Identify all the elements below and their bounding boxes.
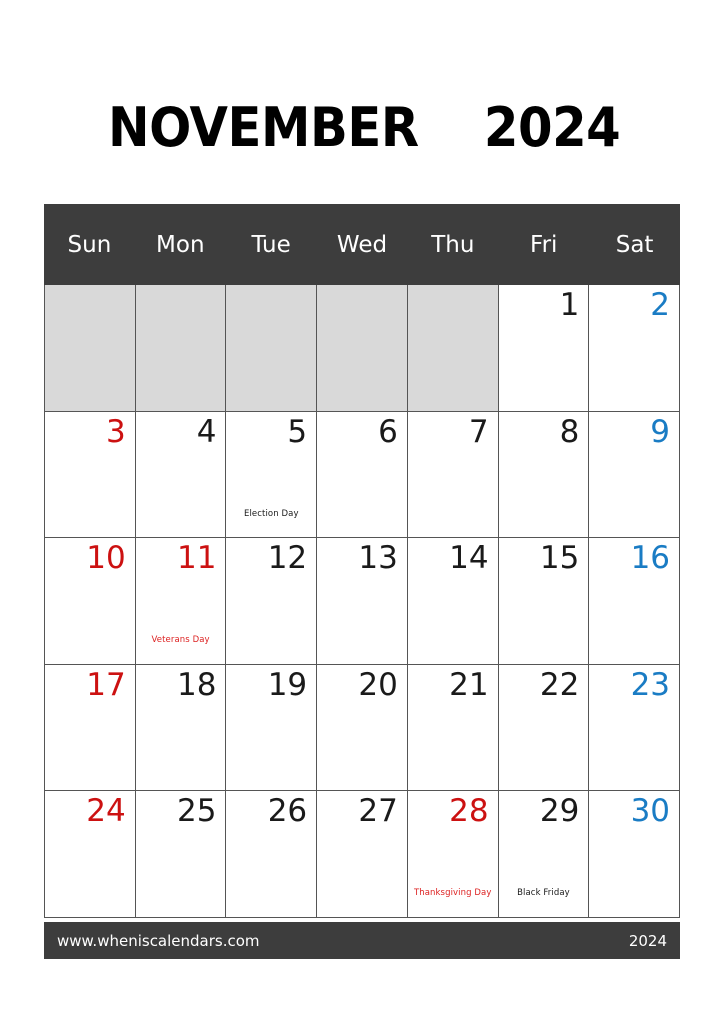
day-event-label: Thanksgiving Day [413, 888, 492, 899]
day-cell[interactable]: 29 Black Friday [498, 791, 590, 918]
day-cell[interactable]: 28 Thanksgiving Day [407, 791, 499, 918]
day-number: 28 [449, 793, 489, 829]
weekday-header-thu: Thu [431, 231, 475, 258]
day-cell-empty [317, 285, 408, 412]
day-number: 15 [539, 540, 580, 576]
day-number: 1 [559, 287, 580, 323]
day-number: 22 [539, 666, 580, 703]
day-cell[interactable]: 10 [45, 538, 136, 665]
day-cell[interactable]: 26 [226, 791, 318, 918]
day-cell[interactable]: 16 [589, 538, 681, 665]
day-cell-empty [135, 285, 227, 412]
weekday-header-sat: Sat [615, 231, 654, 258]
day-cell[interactable]: 22 [498, 664, 590, 791]
day-number: 25 [176, 793, 217, 829]
day-cell[interactable]: 25 [135, 791, 227, 918]
day-cell[interactable]: 9 [589, 411, 681, 538]
day-number: 11 [176, 540, 217, 576]
day-number: 30 [630, 793, 671, 829]
day-number: 9 [650, 413, 671, 450]
day-number: 2 [650, 287, 671, 323]
day-number: 14 [449, 540, 489, 576]
calendar-footer: www.wheniscalendars.com 2024 [44, 922, 680, 959]
weekday-header-fri: Fri [530, 231, 558, 258]
day-cell[interactable]: 14 [407, 538, 499, 665]
day-event-label: Veterans Day [151, 635, 210, 646]
day-number: 6 [378, 413, 398, 450]
day-cell[interactable]: 17 [45, 664, 136, 791]
week-row: 12 [45, 285, 681, 412]
day-number: 18 [176, 666, 217, 703]
day-cell[interactable]: 30 [589, 791, 681, 918]
weekday-header-mon: Mon [156, 231, 205, 258]
day-number: 3 [105, 413, 126, 450]
day-number: 21 [449, 666, 489, 703]
week-row: 3 4 5 Election Day 6 7 8 9 [45, 411, 681, 538]
day-number: 23 [630, 666, 671, 703]
day-cell[interactable]: 13 [317, 538, 408, 665]
day-cell[interactable]: 7 [407, 411, 499, 538]
week-row: 17 18 19 20 21 22 23 [45, 664, 681, 791]
day-number: 16 [630, 540, 671, 576]
day-number: 8 [559, 413, 580, 450]
calendar-grid: Sun Mon Tue Wed Thu Fri Sat 1 2 3 4 5 Election Day 6… [44, 204, 681, 918]
day-number: 20 [358, 666, 398, 703]
calendar-page: NOVEMBER 2024 Sun Mon Tue Wed Thu Fri Sat 1234… [0, 0, 724, 1024]
weekday-header-wed: Wed [336, 231, 388, 258]
day-cell[interactable]: 24 [45, 791, 136, 918]
day-number: 19 [267, 666, 308, 703]
day-cell[interactable]: 20 [317, 664, 408, 791]
day-cell-empty [45, 285, 136, 412]
day-number: 24 [86, 793, 126, 829]
day-cell[interactable]: 12 [226, 538, 318, 665]
weekday-header-sun: Sun [67, 231, 112, 258]
week-row: 10 11 Veterans Day 12 13 14 15 16 [45, 538, 681, 665]
day-event-label: Black Friday [517, 888, 570, 899]
weekday-header-row: Sun Mon Tue Wed Thu Fri Sat [44, 204, 680, 285]
day-cell[interactable]: 18 [135, 664, 227, 791]
day-cell[interactable]: 11 Veterans Day [135, 538, 227, 665]
calendar-title: NOVEMBER 2024 [44, 92, 680, 164]
day-cell[interactable]: 1 [498, 285, 590, 412]
day-cell[interactable]: 5 Election Day [226, 411, 318, 538]
day-number: 27 [358, 793, 398, 829]
day-cell[interactable]: 4 [135, 411, 227, 538]
calendar-weeks: 1 2 3 4 5 Election Day 6 7 8 9 10 11 Veterans Day 12 1… [44, 285, 681, 918]
title-month: NOVEMBER [108, 96, 419, 159]
week-row: 24 25 26 27 28 Thanksgiving Day 29 Black Friday… [45, 791, 681, 918]
day-cell[interactable]: 3 [45, 411, 136, 538]
day-cell[interactable]: 2 [589, 285, 681, 412]
day-number: 4 [196, 413, 217, 450]
weekday-header-tue: Tue [251, 231, 291, 258]
day-cell[interactable]: 15 [498, 538, 590, 665]
day-number: 10 [86, 540, 126, 576]
day-cell[interactable]: 19 [226, 664, 318, 791]
title-year: 2024 [483, 96, 621, 159]
day-number: 5 [287, 413, 308, 450]
day-number: 29 [539, 793, 580, 829]
day-event-label: Election Day [243, 508, 299, 519]
day-number: 13 [358, 540, 398, 576]
day-cell[interactable]: 27 [317, 791, 408, 918]
day-number: 12 [267, 540, 308, 576]
day-cell[interactable]: 6 [317, 411, 408, 538]
day-number: 17 [86, 666, 126, 703]
day-cell[interactable]: 8 [498, 411, 590, 538]
day-cell-empty [407, 285, 499, 412]
footer-year: 2024 [628, 931, 667, 950]
day-cell[interactable]: 23 [589, 664, 681, 791]
day-number: 26 [267, 793, 308, 829]
footer-website: www.wheniscalendars.com [57, 931, 260, 950]
day-cell-empty [226, 285, 318, 412]
day-cell[interactable]: 21 [407, 664, 499, 791]
day-number: 7 [468, 413, 489, 450]
